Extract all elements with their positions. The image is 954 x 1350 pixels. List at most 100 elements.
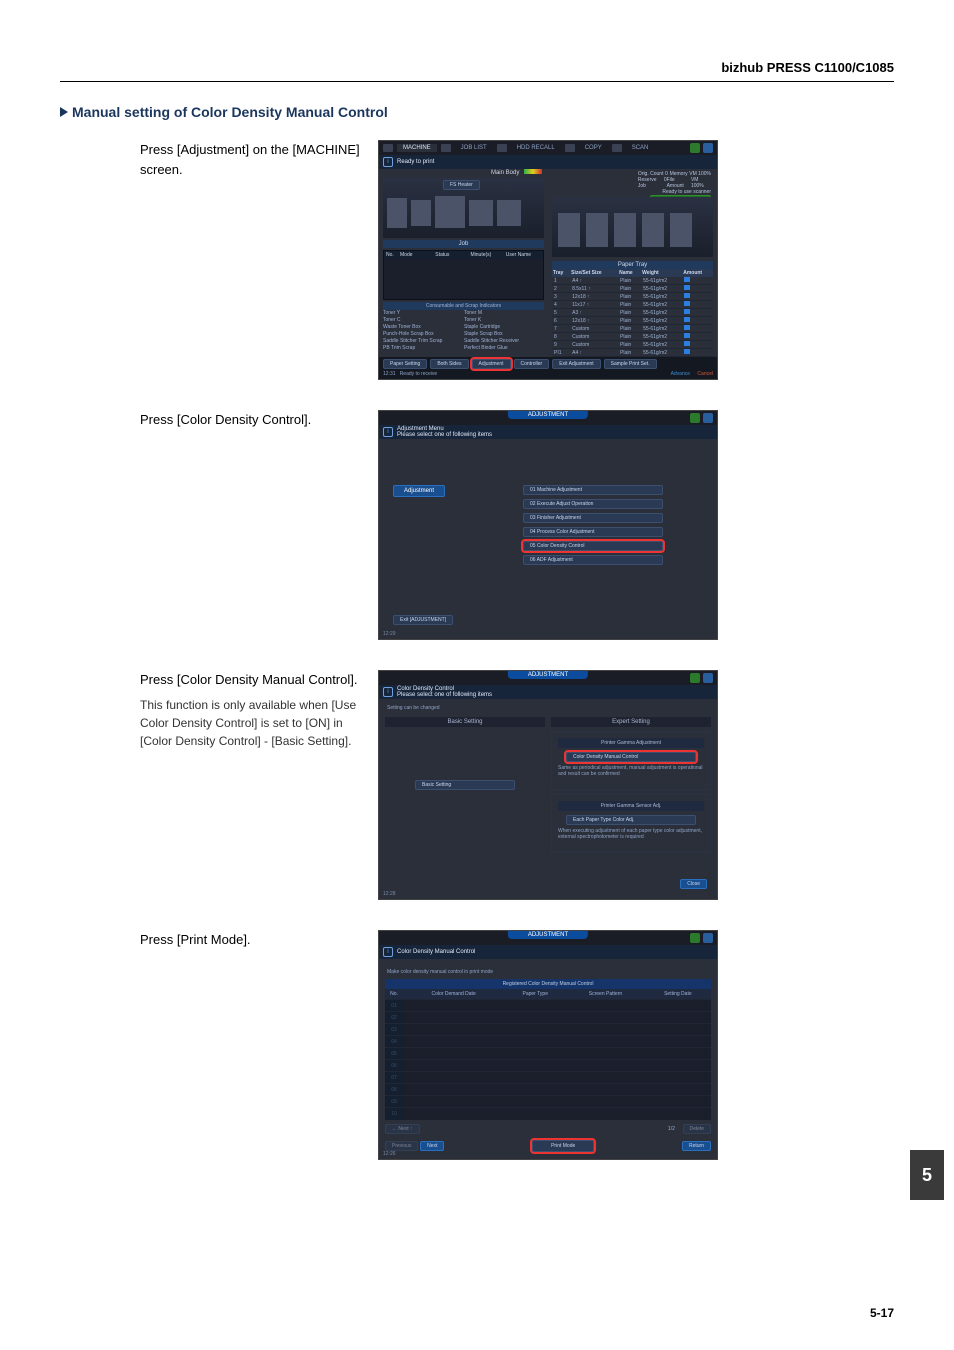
print-mode-button[interactable]: Print Mode bbox=[532, 1140, 594, 1152]
tab-copy[interactable]: COPY bbox=[579, 144, 608, 152]
both-sides-button[interactable]: Both Sides bbox=[430, 359, 468, 369]
paper-tray-header: Paper Tray bbox=[552, 261, 713, 269]
hdd-icon bbox=[497, 144, 507, 152]
advance-link[interactable]: Advance bbox=[671, 371, 690, 377]
return-button[interactable]: Return bbox=[682, 1141, 711, 1151]
triangle-icon bbox=[60, 107, 68, 117]
tab-hddrecall[interactable]: HDD RECALL bbox=[511, 144, 561, 152]
info-icon: i bbox=[383, 687, 393, 697]
tray-diagram bbox=[552, 197, 713, 257]
help-icon[interactable] bbox=[703, 673, 713, 683]
menu-color-density-control[interactable]: 05 Color Density Control bbox=[523, 541, 663, 551]
registered-header: Registered Color Density Manual Control bbox=[385, 979, 711, 989]
job-list: No. Mode Status Minute(s) User Name bbox=[383, 250, 544, 300]
gamma-note: Same as periodical adjustment, manual ad… bbox=[558, 765, 704, 777]
joblist-icon bbox=[441, 144, 451, 152]
reserve-label: Reserve Job bbox=[638, 177, 664, 189]
sample-print-button[interactable]: Sample Print Set. bbox=[604, 359, 657, 369]
step4-text: Press [Print Mode]. bbox=[140, 930, 360, 950]
printer-gamma-header: Printer Gamma Adjustment bbox=[558, 738, 704, 748]
banner-adjustment: ADJUSTMENT bbox=[508, 411, 588, 419]
settings-icon[interactable] bbox=[690, 143, 700, 153]
copy-icon bbox=[565, 144, 575, 152]
menu-finisher-adjustment[interactable]: 03 Finisher Adjustment bbox=[523, 513, 663, 523]
menu-process-color[interactable]: 04 Process Color Adjustment bbox=[523, 527, 663, 537]
expert-setting-header: Expert Setting bbox=[551, 717, 711, 727]
screenshot-adjustment-menu: ADJUSTMENT i Adjustment Menu Please sele… bbox=[378, 410, 718, 640]
close-button[interactable]: Close bbox=[680, 879, 707, 889]
time: 12:29 bbox=[383, 631, 396, 637]
prev-page-button[interactable]: ← Next ↑ bbox=[385, 1124, 420, 1134]
adjustment-side-button[interactable]: Adjustment bbox=[393, 485, 445, 497]
time: 12:28 bbox=[383, 891, 396, 897]
jobcol-min: Minute(s) bbox=[471, 252, 506, 258]
status-text: Ready to receive bbox=[400, 371, 438, 377]
section-title: Manual setting of Color Density Manual C… bbox=[60, 104, 894, 120]
main-body-label: Main Body bbox=[491, 170, 519, 176]
file-label: File Amount bbox=[667, 177, 691, 189]
machine-diagram: FS Heater bbox=[383, 178, 544, 238]
help-icon[interactable] bbox=[703, 143, 713, 153]
delete-button[interactable]: Delete bbox=[683, 1124, 711, 1134]
step2-text: Press [Color Density Control]. bbox=[140, 410, 360, 430]
controller-button[interactable]: Controller bbox=[514, 359, 550, 369]
consumables-header: Consumable and Scrap Indicators bbox=[383, 302, 544, 310]
section-title-text: Manual setting of Color Density Manual C… bbox=[72, 104, 388, 120]
settings-icon[interactable] bbox=[690, 413, 700, 423]
job-header: Job bbox=[383, 240, 544, 248]
info-icon: i bbox=[383, 427, 393, 437]
tab-joblist[interactable]: JOB LIST bbox=[455, 144, 493, 152]
file-val: VM 100% bbox=[691, 177, 711, 189]
settings-icon[interactable] bbox=[690, 673, 700, 683]
basic-setting-header: Basic Setting bbox=[385, 717, 545, 727]
registered-table: No. Color Demand Date Paper Type Screen … bbox=[385, 989, 711, 1120]
menu-execute-adjust[interactable]: 02 Execute Adjust Operation bbox=[523, 499, 663, 509]
scan-icon bbox=[612, 144, 622, 152]
adjustment-button[interactable]: Adjustment bbox=[472, 359, 511, 369]
step3-text: Press [Color Density Manual Control]. bbox=[140, 670, 360, 690]
gamma-sensor-header: Printer Gamma Sensor Adj. bbox=[558, 801, 704, 811]
next-button[interactable]: Next bbox=[420, 1141, 444, 1151]
jobcol-mode: Mode bbox=[400, 252, 435, 258]
info-icon: i bbox=[383, 157, 393, 167]
time: 12:26 bbox=[383, 1151, 396, 1157]
exit-adjustment-button[interactable]: Exit Adjustment bbox=[552, 359, 600, 369]
screenshot-machine: MACHINE JOB LIST HDD RECALL COPY SCAN i … bbox=[378, 140, 718, 380]
make-control-note: Make color density manual control in pri… bbox=[387, 969, 709, 975]
status-time: 12:31 bbox=[383, 371, 396, 377]
banner-adjustment: ADJUSTMENT bbox=[508, 931, 588, 939]
app-icon bbox=[383, 144, 393, 152]
tab-scan[interactable]: SCAN bbox=[626, 144, 655, 152]
banner-adjustment: ADJUSTMENT bbox=[508, 671, 588, 679]
consumables-grid: Toner YToner M Toner CToner K Waste Tone… bbox=[383, 310, 544, 351]
tab-machine[interactable]: MACHINE bbox=[397, 144, 437, 152]
pager-text: 1/2 bbox=[668, 1126, 675, 1132]
screenshot-color-density-control: ADJUSTMENT i Color Density Control Pleas… bbox=[378, 670, 718, 900]
jobcol-user: User Name bbox=[506, 252, 541, 258]
header-rule bbox=[60, 81, 894, 82]
color-density-manual-control-button[interactable]: Color Density Manual Control bbox=[566, 752, 696, 762]
paper-setting-button[interactable]: Paper Setting bbox=[383, 359, 427, 369]
jobcol-no: No. bbox=[386, 252, 400, 258]
help-icon[interactable] bbox=[703, 413, 713, 423]
cdmc-title: Color Density Manual Control bbox=[397, 949, 475, 955]
ready-text: Ready to print bbox=[397, 159, 434, 165]
model-header: bizhub PRESS C1100/C1085 bbox=[60, 60, 894, 75]
toner-gauge-icon bbox=[524, 169, 542, 174]
exit-adjustment-button[interactable]: Exit [ADJUSTMENT] bbox=[393, 615, 453, 625]
settings-icon[interactable] bbox=[690, 933, 700, 943]
basic-setting-button[interactable]: Basic Setting bbox=[415, 780, 515, 790]
help-icon[interactable] bbox=[703, 933, 713, 943]
step3-sub: This function is only available when [Us… bbox=[140, 696, 360, 750]
page-number: 5-17 bbox=[870, 1306, 894, 1320]
each-paper-type-button[interactable]: Each Paper Type Color Adj. bbox=[566, 815, 696, 825]
step1-text: Press [Adjustment] on the [MACHINE] scre… bbox=[140, 140, 360, 179]
menu-machine-adjustment[interactable]: 01 Machine Adjustment bbox=[523, 485, 663, 495]
fs-heater-button[interactable]: FS Heater bbox=[443, 180, 480, 190]
cdc-title2: Please select one of following items bbox=[397, 692, 492, 698]
menu-adf-adjustment[interactable]: 06 ADF Adjustment bbox=[523, 555, 663, 565]
screenshot-print-mode: ADJUSTMENT i Color Density Manual Contro… bbox=[378, 930, 718, 1160]
jobcol-status: Status bbox=[435, 252, 470, 258]
previous-button[interactable]: Previous bbox=[385, 1141, 418, 1151]
cancel-link[interactable]: Cancel bbox=[697, 371, 713, 377]
